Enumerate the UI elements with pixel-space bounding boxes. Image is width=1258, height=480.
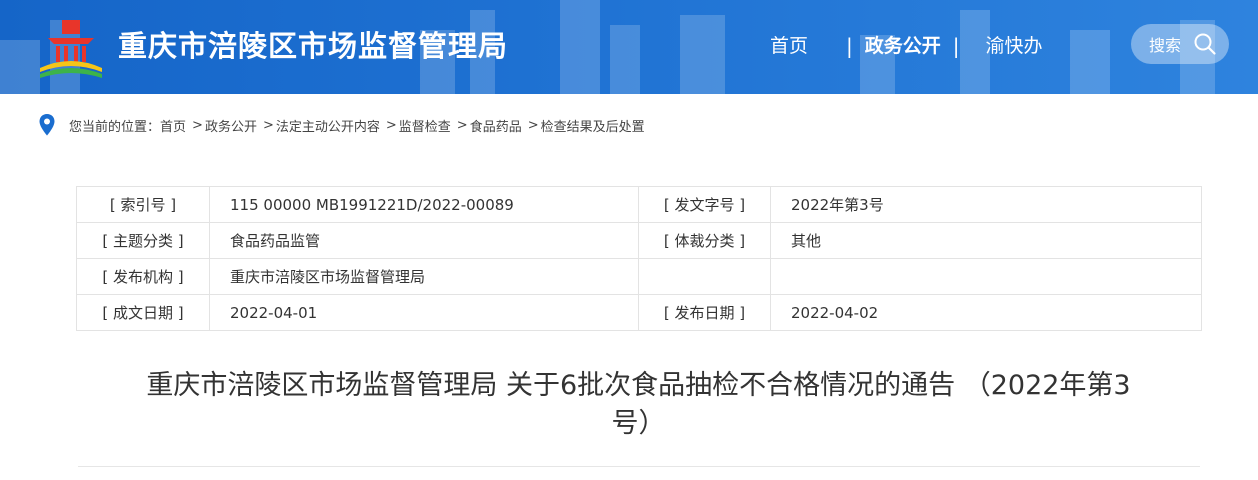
main-nav: 首页 | 政务公开 | 渝快办: [770, 30, 1043, 62]
info-value-index: 115 00000 MB1991221D/2022-00089: [209, 186, 639, 223]
table-row: [ 主题分类 ] 食品药品监管 [ 体裁分类 ] 其他: [76, 222, 1202, 259]
info-value-publish-date: 2022-04-02: [770, 294, 1202, 331]
search-icon: [1194, 33, 1216, 55]
nav-government-affairs[interactable]: 政务公开: [865, 30, 941, 62]
article-title-line: 重庆市涪陵区市场监督管理局 关于6批次食品抽检不合格情况的通告 （2022年第3: [146, 370, 1131, 401]
info-label-topic: [ 主题分类 ]: [76, 222, 210, 259]
info-label-genre: [ 体裁分类 ]: [638, 222, 771, 259]
info-label-index: [ 索引号 ]: [76, 186, 210, 223]
nav-home[interactable]: 首页: [770, 30, 808, 62]
info-value-doc-number: 2022年第3号: [770, 186, 1202, 223]
info-label-publisher: [ 发布机构 ]: [76, 258, 210, 295]
document-info-table: [ 索引号 ] 115 00000 MB1991221D/2022-00089 …: [76, 186, 1202, 331]
search-label: 搜索: [1149, 36, 1182, 55]
breadcrumb-separator: >: [385, 117, 397, 133]
breadcrumb-separator: >: [527, 117, 539, 133]
nav-separator: |: [846, 34, 853, 58]
info-value-written-date: 2022-04-01: [209, 294, 639, 331]
table-row: [ 发布机构 ] 重庆市涪陵区市场监督管理局: [76, 258, 1202, 295]
search-button[interactable]: 搜索: [1131, 24, 1229, 64]
info-label-written-date: [ 成文日期 ]: [76, 294, 210, 331]
breadcrumb-item-statutory-disclosure[interactable]: 法定主动公开内容: [276, 116, 380, 135]
info-value-empty: [770, 258, 1202, 295]
info-value-publisher: 重庆市涪陵区市场监督管理局: [209, 258, 639, 295]
nav-yukuaiban[interactable]: 渝快办: [986, 30, 1043, 62]
info-value-topic: 食品药品监管: [209, 222, 639, 259]
breadcrumb-item-home[interactable]: 首页: [160, 116, 186, 135]
table-row: [ 索引号 ] 115 00000 MB1991221D/2022-00089 …: [76, 186, 1202, 223]
breadcrumb-separator: >: [262, 117, 274, 133]
breadcrumb-item-supervision[interactable]: 监督检查: [399, 116, 451, 135]
site-title[interactable]: 重庆市涪陵区市场监督管理局: [118, 26, 508, 66]
article-title: 重庆市涪陵区市场监督管理局 关于6批次食品抽检不合格情况的通告 （2022年第3…: [86, 367, 1191, 443]
breadcrumb-separator: >: [456, 117, 468, 133]
location-pin-icon: [39, 114, 55, 136]
info-value-genre: 其他: [770, 222, 1202, 259]
site-header: 重庆市涪陵区市场监督管理局 首页 | 政务公开 | 渝快办 搜索: [0, 0, 1258, 94]
breadcrumb: 您当前的位置： 首页 > 政务公开 > 法定主动公开内容 > 监督检查 > 食品…: [38, 113, 645, 137]
title-divider: [78, 466, 1200, 467]
breadcrumb-item-food-drug[interactable]: 食品药品: [470, 116, 522, 135]
breadcrumb-separator: >: [192, 117, 203, 133]
info-label-empty: [638, 258, 771, 295]
info-label-doc-number: [ 发文字号 ]: [638, 186, 771, 223]
info-label-publish-date: [ 发布日期 ]: [638, 294, 771, 331]
breadcrumb-prefix: 您当前的位置：: [69, 119, 161, 135]
table-row: [ 成文日期 ] 2022-04-01 [ 发布日期 ] 2022-04-02: [76, 294, 1202, 331]
nav-separator: |: [952, 34, 960, 58]
breadcrumb-item-government-affairs[interactable]: 政务公开: [205, 116, 257, 135]
article-title-line: 号）: [611, 408, 666, 439]
emblem-logo-icon: [40, 20, 102, 78]
breadcrumb-item-inspection-results[interactable]: 检查结果及后处置: [541, 116, 645, 135]
